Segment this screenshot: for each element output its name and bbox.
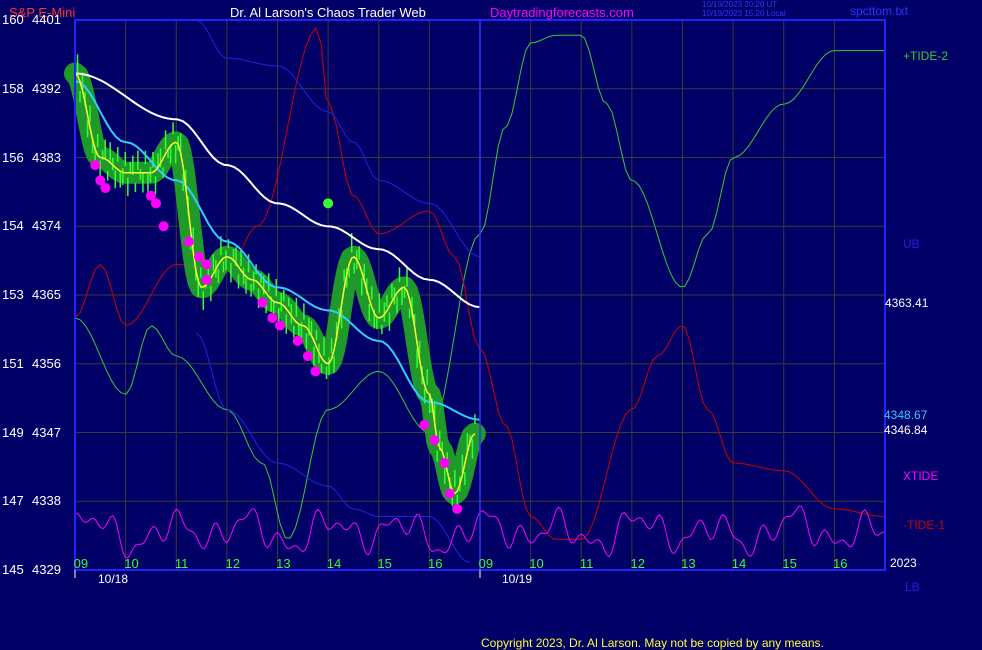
ma-short-value: 4348.67 [884, 408, 928, 422]
hour-label: 11 [174, 556, 189, 571]
turn-dot [292, 335, 303, 346]
hour-label: 12 [630, 556, 645, 571]
year-label: 2023 [890, 556, 917, 570]
hour-label: 14 [731, 556, 747, 571]
turn-dot [275, 320, 286, 331]
turn-dot [302, 351, 313, 362]
hour-label: 16 [428, 556, 443, 571]
last-price-value: 4346.84 [884, 423, 928, 437]
ub-label: UB [903, 237, 920, 251]
hour-label: 12 [225, 556, 240, 571]
left-axis-price: 4383 [32, 149, 61, 165]
hour-label: 13 [681, 556, 696, 571]
timestamp-ut: 10/19/2023 20:20 UT [702, 0, 778, 9]
left-axis-degree: 158 [2, 80, 24, 96]
lb-label: LB [905, 580, 920, 594]
turn-dot [419, 419, 430, 430]
copyright-notice: Copyright 2023, Dr. Al Larson. May not b… [481, 636, 824, 650]
left-axis-degree: 147 [2, 493, 24, 509]
left-axis-degree: 153 [2, 287, 24, 302]
left-axis-price: 4356 [32, 355, 61, 371]
left-axis-price: 4329 [32, 562, 61, 577]
left-axis-price: 4365 [32, 287, 61, 302]
turn-dot [452, 503, 463, 514]
page-title: Dr. Al Larson's Chaos Trader Web [230, 5, 426, 20]
left-axis-degree: 156 [2, 149, 24, 165]
turn-dot [310, 366, 321, 377]
turn-dot [183, 236, 194, 247]
hour-label: 15 [377, 556, 392, 571]
turn-dot [257, 297, 268, 308]
left-axis-degree: 151 [2, 355, 24, 371]
hour-label: 09 [73, 556, 89, 571]
turn-dot [267, 312, 278, 323]
left-axis-price: 4338 [32, 493, 61, 509]
hour-label: 11 [579, 556, 594, 571]
left-axis-price: 4374 [32, 218, 61, 234]
turn-dot [201, 274, 212, 285]
hour-label: 10 [529, 556, 544, 571]
turn-dot [158, 221, 169, 232]
left-axis-degree: 149 [2, 424, 24, 440]
left-axis-price: 4347 [32, 424, 61, 440]
turn-dot [429, 435, 440, 446]
turn-dot [439, 458, 450, 469]
price-chart [64, 19, 886, 578]
date-label-day2: 10/19 [502, 572, 533, 586]
turn-dot [194, 251, 205, 262]
hour-label: 13 [276, 556, 291, 571]
tide-2-label: +TIDE-2 [903, 49, 949, 63]
data-filename: spcttom.txt [850, 4, 909, 18]
turn-dot [100, 183, 111, 194]
price-halo [64, 62, 486, 505]
turn-dot [444, 488, 455, 499]
left-axis-price: 4392 [32, 80, 61, 96]
turn-dot [90, 160, 101, 171]
turn-dot [151, 198, 161, 209]
hour-label: 10 [124, 556, 139, 571]
high-dot [323, 198, 334, 209]
left-axis-price: 4401 [32, 12, 61, 27]
left-axis-degree: 154 [2, 218, 24, 234]
tide-1-label: -TIDE-1 [903, 518, 945, 532]
ma-long-value: 4363.41 [885, 296, 929, 310]
price-bars [74, 54, 476, 512]
left-axis-degree: 145 [2, 562, 24, 577]
chart-frame [74, 19, 886, 578]
price-halo-line [64, 62, 486, 505]
left-axis-degree: 160 [2, 12, 24, 27]
hour-label: 14 [326, 556, 342, 571]
hour-label: 16 [833, 556, 848, 571]
timestamp-local: 10/19/2023 15:20 Local [702, 9, 786, 18]
hour-label: 09 [478, 556, 494, 571]
turn-dot [201, 259, 212, 270]
xtide-label: XTIDE [903, 469, 939, 483]
hour-label: 15 [782, 556, 797, 571]
site-link[interactable]: Daytradingforecasts.com [490, 6, 634, 19]
date-label-day1: 10/18 [98, 572, 129, 586]
